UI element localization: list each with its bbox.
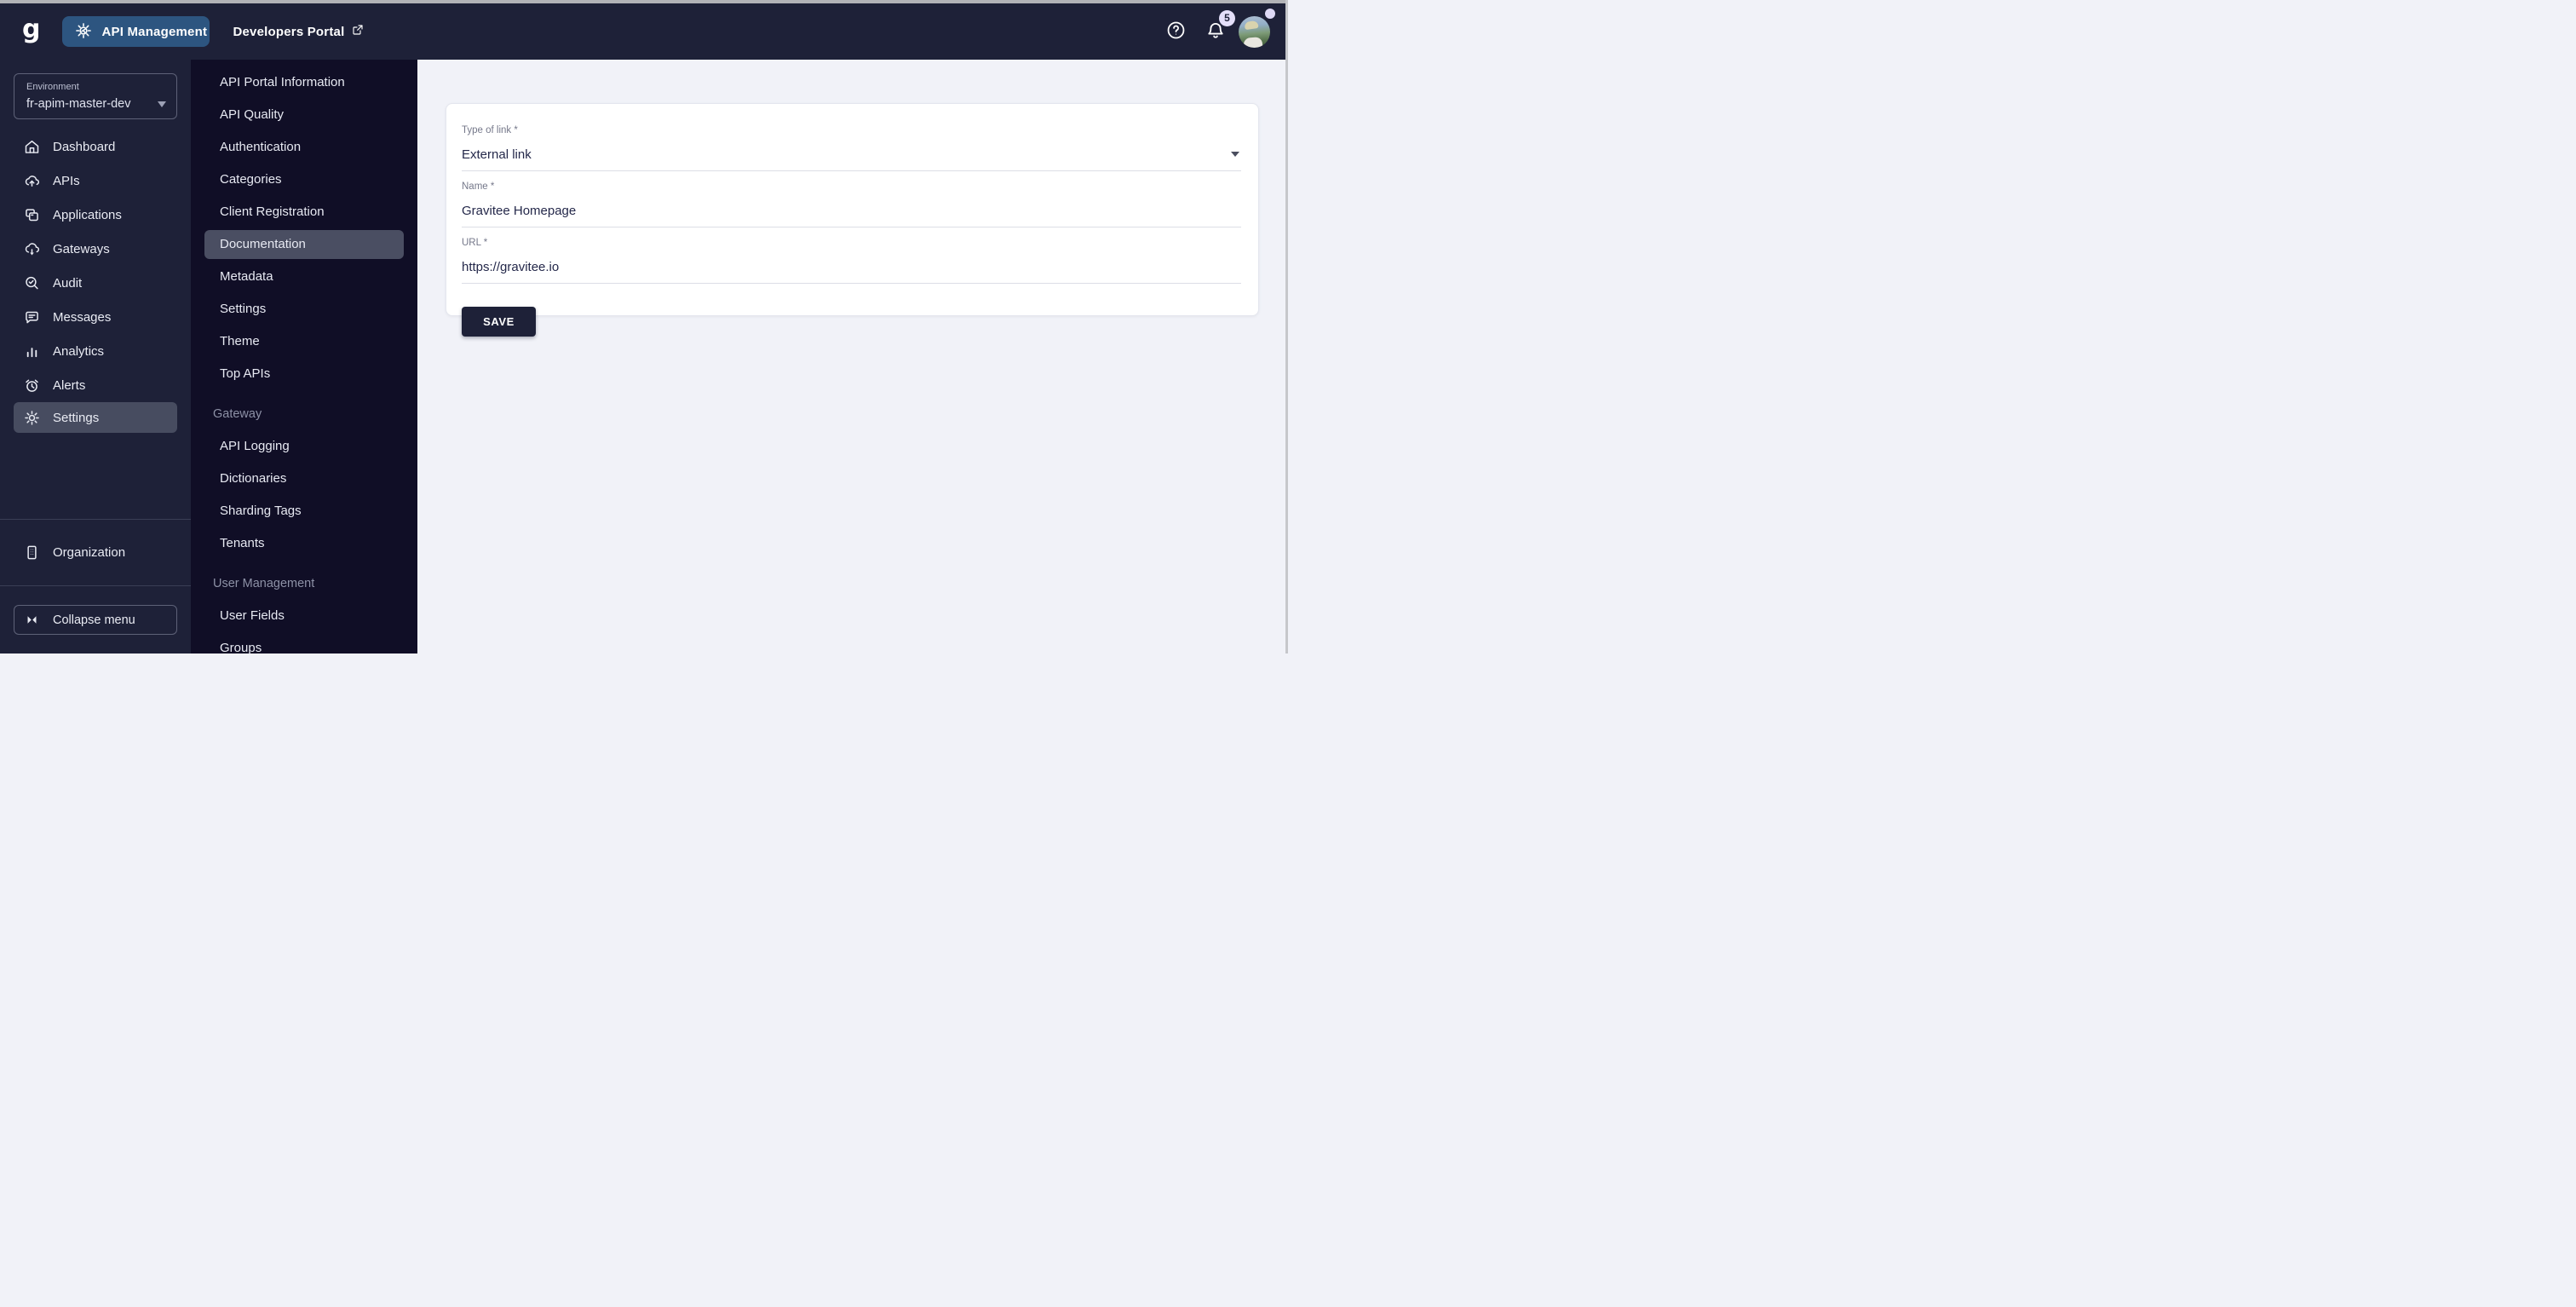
- select-arrow-icon: [1231, 152, 1239, 157]
- gear-icon: [74, 21, 93, 43]
- environment-select[interactable]: Environment fr-apim-master-dev: [14, 73, 177, 119]
- sidebar-item-label: Dashboard: [53, 140, 115, 154]
- settings-nav: API Portal Information API Quality Authe…: [191, 60, 417, 654]
- settings-nav-item-client-registration[interactable]: Client Registration: [191, 196, 417, 228]
- settings-nav-item-categories[interactable]: Categories: [191, 164, 417, 196]
- sidebar-item-applications[interactable]: Applications: [0, 198, 191, 232]
- cloud-upload-icon: [22, 171, 41, 190]
- sidebar: Environment fr-apim-master-dev Dashboard: [0, 60, 191, 654]
- collapse-icon: [25, 613, 39, 626]
- sidebar-item-label: Audit: [53, 276, 82, 291]
- sidebar-item-alerts[interactable]: Alerts: [0, 368, 191, 402]
- avatar[interactable]: [1239, 16, 1270, 48]
- building-icon: [22, 544, 41, 562]
- home-icon: [22, 137, 41, 156]
- url-input[interactable]: [462, 260, 1241, 274]
- sidebar-item-messages[interactable]: Messages: [0, 300, 191, 334]
- sidebar-item-label: APIs: [53, 174, 80, 188]
- sidebar-item-label: Applications: [53, 208, 122, 222]
- bar-chart-icon: [22, 342, 41, 360]
- type-of-link-select[interactable]: External link: [462, 146, 1241, 163]
- topbar: g API Management Developers Portal: [0, 3, 1288, 60]
- settings-nav-item-api-logging[interactable]: API Logging: [191, 430, 417, 463]
- sidebar-item-settings[interactable]: Settings: [14, 402, 177, 433]
- gravitee-logo[interactable]: g: [22, 17, 39, 43]
- save-button[interactable]: SAVE: [462, 307, 536, 337]
- sidebar-divider: [0, 585, 191, 586]
- sidebar-item-label: Gateways: [53, 242, 110, 256]
- settings-nav-header-user-management: User Management: [191, 567, 417, 600]
- settings-nav-header-gateway: Gateway: [191, 398, 417, 430]
- url-label: URL *: [462, 238, 1241, 248]
- settings-nav-item-dictionaries[interactable]: Dictionaries: [191, 463, 417, 495]
- field-underline: [462, 283, 1241, 284]
- sidebar-item-audit[interactable]: Audit: [0, 266, 191, 300]
- name-label: Name *: [462, 181, 1241, 192]
- collapse-menu-label: Collapse menu: [53, 613, 135, 627]
- gear-icon: [22, 408, 41, 427]
- sidebar-item-label: Alerts: [53, 378, 85, 393]
- applications-icon: [22, 205, 41, 224]
- sidebar-item-label: Messages: [53, 310, 111, 325]
- help-icon: [1165, 20, 1187, 43]
- notification-badge: 5: [1219, 10, 1235, 26]
- search-check-icon: [22, 273, 41, 292]
- sidebar-item-apis[interactable]: APIs: [0, 164, 191, 198]
- settings-nav-item-sharding-tags[interactable]: Sharding Tags: [191, 495, 417, 527]
- settings-nav-item-top-apis[interactable]: Top APIs: [191, 358, 417, 390]
- external-link-icon: [351, 23, 365, 40]
- help-button[interactable]: [1165, 20, 1187, 43]
- collapse-menu-button[interactable]: Collapse menu: [14, 605, 177, 635]
- sidebar-item-label: Organization: [53, 545, 125, 560]
- sidebar-item-label: Analytics: [53, 344, 104, 359]
- status-dot: [1265, 9, 1275, 19]
- window-edge-right: [1285, 0, 1288, 654]
- message-icon: [22, 308, 41, 326]
- settings-nav-item-groups[interactable]: Groups: [191, 632, 417, 654]
- main-content: Type of link * External link Name * URL …: [417, 60, 1288, 654]
- cloud-download-icon: [22, 239, 41, 258]
- settings-nav-item-settings[interactable]: Settings: [191, 293, 417, 325]
- settings-nav-item-metadata[interactable]: Metadata: [191, 261, 417, 293]
- settings-nav-item-theme[interactable]: Theme: [191, 325, 417, 358]
- settings-nav-item-api-quality[interactable]: API Quality: [191, 99, 417, 131]
- sidebar-item-organization[interactable]: Organization: [0, 520, 191, 585]
- settings-nav-item-authentication[interactable]: Authentication: [191, 131, 417, 164]
- api-management-label: API Management: [101, 25, 207, 39]
- notifications-button[interactable]: 5: [1205, 20, 1227, 44]
- settings-nav-item-user-fields[interactable]: User Fields: [191, 600, 417, 632]
- settings-nav-item-tenants[interactable]: Tenants: [191, 527, 417, 560]
- sidebar-item-label: Settings: [53, 411, 99, 425]
- link-form-card: Type of link * External link Name * URL …: [446, 103, 1259, 316]
- settings-nav-item-api-portal-information[interactable]: API Portal Information: [191, 66, 417, 99]
- sidebar-item-gateways[interactable]: Gateways: [0, 232, 191, 266]
- developers-portal-link[interactable]: Developers Portal: [233, 23, 365, 40]
- type-of-link-label: Type of link *: [462, 125, 1241, 135]
- type-of-link-value: External link: [462, 147, 1241, 162]
- environment-value: fr-apim-master-dev: [26, 97, 130, 111]
- field-underline: [462, 170, 1241, 171]
- name-input[interactable]: [462, 204, 1241, 218]
- window-edge-top: [0, 0, 1288, 3]
- sidebar-item-dashboard[interactable]: Dashboard: [0, 130, 191, 164]
- developers-portal-label: Developers Portal: [233, 25, 344, 39]
- settings-nav-item-documentation[interactable]: Documentation: [204, 230, 404, 259]
- api-management-button[interactable]: API Management: [62, 16, 210, 47]
- alarm-clock-icon: [22, 376, 41, 394]
- environment-label: Environment: [26, 82, 166, 92]
- chevron-down-icon: [158, 101, 166, 107]
- sidebar-item-analytics[interactable]: Analytics: [0, 334, 191, 368]
